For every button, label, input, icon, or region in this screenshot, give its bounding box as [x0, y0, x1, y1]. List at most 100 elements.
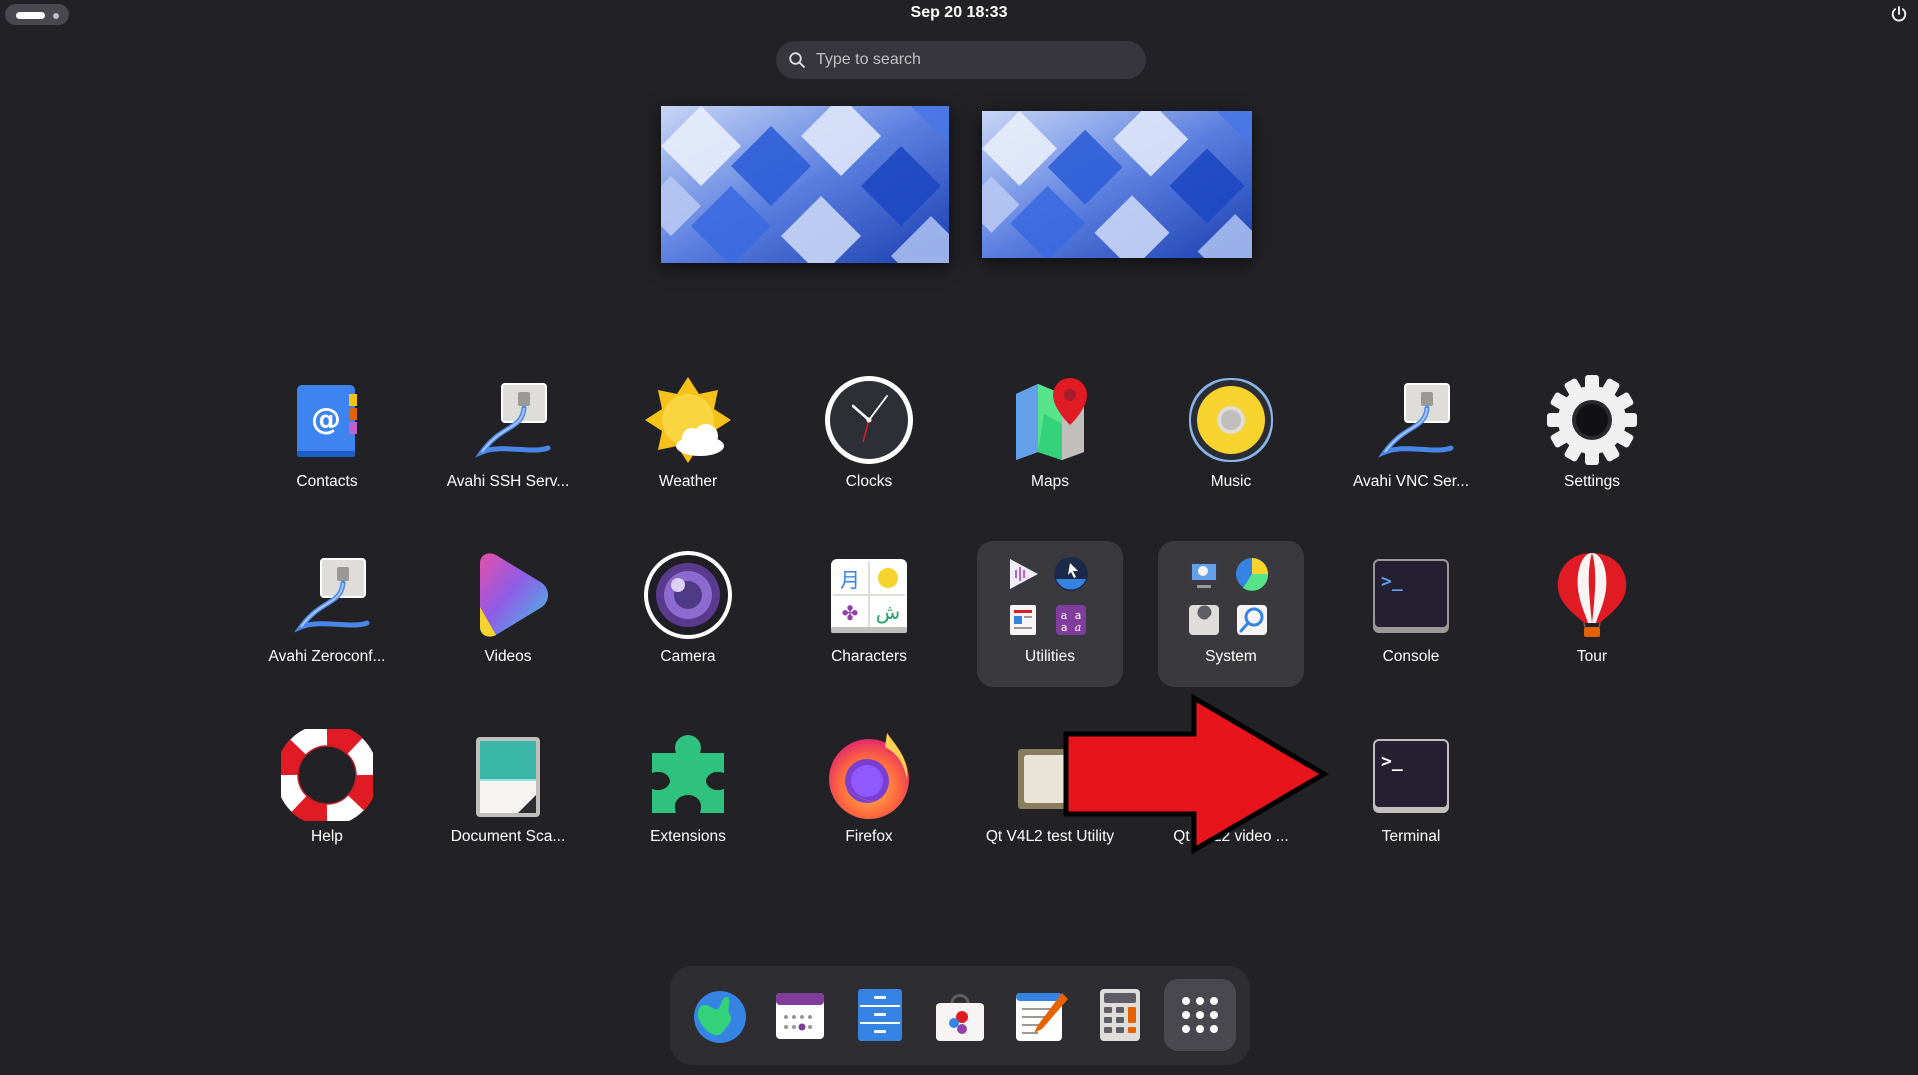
- screenshot-icon: [1054, 557, 1088, 591]
- svg-text:月: 月: [840, 568, 860, 592]
- calendar-icon: [776, 993, 824, 1039]
- svg-text:@: @: [311, 402, 341, 437]
- app-label: Console: [1382, 648, 1440, 665]
- dock-calendar[interactable]: [764, 979, 836, 1051]
- svg-text:>_: >_: [1381, 571, 1403, 592]
- app-label: Contacts: [296, 473, 358, 490]
- folder-utilities[interactable]: a a a a Utilities: [977, 541, 1123, 687]
- sound-recorder-icon: [1010, 559, 1038, 589]
- app-label: Extensions: [650, 828, 726, 845]
- file-cabinet-icon: [858, 989, 902, 1041]
- app-label: Clocks: [845, 473, 893, 490]
- app-console[interactable]: >_ Console: [1338, 541, 1484, 687]
- app-videos[interactable]: Videos: [435, 541, 581, 687]
- app-label: Tour: [1576, 648, 1608, 665]
- app-label: Settings: [1563, 473, 1620, 490]
- shopping-bag-icon: [936, 994, 984, 1041]
- app-characters[interactable]: 月 ✤ ش Characters: [796, 541, 942, 687]
- app-help[interactable]: Help: [254, 721, 400, 867]
- logs-icon: [1237, 605, 1267, 635]
- app-firefox[interactable]: Firefox: [796, 721, 942, 867]
- clocks-icon: [825, 376, 913, 464]
- folder-label: System: [1205, 648, 1257, 665]
- puzzle-icon: [652, 735, 724, 813]
- dock: [670, 966, 1250, 1065]
- console-icon: >_: [1373, 559, 1449, 633]
- app-maps[interactable]: Maps: [977, 366, 1123, 512]
- svg-text:a: a: [1075, 621, 1082, 634]
- app-extensions[interactable]: Extensions: [615, 721, 761, 867]
- svg-text:a: a: [1061, 621, 1068, 634]
- app-camera[interactable]: Camera: [615, 541, 761, 687]
- app-label: Avahi VNC Ser...: [1352, 473, 1469, 490]
- workspace-thumbnail-2[interactable]: [982, 111, 1252, 258]
- folder-icon: [1185, 555, 1277, 641]
- app-label: Weather: [658, 473, 718, 490]
- firefox-icon: [829, 733, 909, 819]
- maps-icon: [1016, 378, 1087, 460]
- app-music[interactable]: Music: [1158, 366, 1304, 512]
- videos-icon: [480, 553, 548, 637]
- dock-web-browser[interactable]: [684, 979, 756, 1051]
- app-grid-icon: [1182, 997, 1218, 1033]
- characters-icon: 月 ✤ ش: [831, 559, 907, 633]
- fonts-icon: a a a a: [1056, 605, 1086, 635]
- avahi-ssh-icon: [475, 383, 551, 458]
- app-label: Avahi SSH Serv...: [446, 473, 570, 490]
- app-label: Maps: [1031, 473, 1069, 490]
- app-label: Avahi Zeroconf...: [268, 648, 386, 665]
- dock-calculator[interactable]: [1084, 979, 1156, 1051]
- red-arrow-annotation: [1063, 694, 1329, 854]
- app-label: Firefox: [845, 828, 893, 845]
- dock-files[interactable]: [844, 979, 916, 1051]
- app-terminal[interactable]: >_ Terminal: [1338, 721, 1484, 867]
- app-settings[interactable]: Settings: [1519, 366, 1665, 512]
- app-contacts[interactable]: @ Contacts: [254, 366, 400, 512]
- app-label: Camera: [660, 648, 716, 665]
- weather-icon: [645, 377, 731, 463]
- globe-icon: [694, 991, 746, 1043]
- lifebuoy-icon: [281, 729, 373, 821]
- workspace-thumbnail-1[interactable]: [661, 106, 949, 263]
- clock[interactable]: Sep 20 18:33: [0, 4, 1918, 22]
- folder-icon: a a a a: [1004, 555, 1096, 641]
- svg-text:✤: ✤: [842, 601, 859, 625]
- document-viewer-icon: [1010, 605, 1036, 635]
- show-apps-button[interactable]: [1164, 979, 1236, 1051]
- app-avahi-zeroconf[interactable]: Avahi Zeroconf...: [254, 541, 400, 687]
- app-label: Characters: [831, 648, 907, 665]
- app-label: Document Sca...: [450, 828, 566, 845]
- app-label: Music: [1210, 473, 1252, 490]
- app-clocks[interactable]: Clocks: [796, 366, 942, 512]
- search-input[interactable]: [816, 41, 1136, 79]
- text-editor-icon: [1016, 993, 1068, 1041]
- balloon-icon: [1557, 553, 1627, 637]
- avahi-vnc-icon: [1378, 383, 1454, 458]
- app-label: Terminal: [1381, 828, 1441, 845]
- search-icon: [789, 52, 805, 68]
- power-icon[interactable]: [1890, 5, 1908, 23]
- app-avahi-ssh[interactable]: Avahi SSH Serv...: [435, 366, 581, 512]
- calculator-icon: [1100, 989, 1140, 1041]
- svg-text:>_: >_: [1381, 751, 1403, 772]
- terminal-icon: >_: [1373, 739, 1449, 813]
- folder-system[interactable]: System: [1158, 541, 1304, 687]
- dock-software[interactable]: [924, 979, 996, 1051]
- gear-icon: [1547, 375, 1637, 465]
- scanner-icon: [476, 737, 540, 817]
- app-tour[interactable]: Tour: [1519, 541, 1665, 687]
- app-avahi-vnc[interactable]: Avahi VNC Ser...: [1338, 366, 1484, 512]
- system-monitor-icon: [1189, 561, 1219, 588]
- app-document-scanner[interactable]: Document Sca...: [435, 721, 581, 867]
- disk-usage-icon: [1236, 558, 1269, 591]
- dock-text-editor[interactable]: [1004, 979, 1076, 1051]
- search-bar[interactable]: [776, 41, 1146, 79]
- contacts-icon: @: [297, 385, 357, 457]
- music-icon: [1189, 378, 1273, 462]
- wrench-icon: [1189, 605, 1219, 635]
- folder-label: Utilities: [1025, 648, 1075, 665]
- svg-text:ش: ش: [876, 600, 900, 624]
- app-label: Videos: [484, 648, 532, 665]
- app-weather[interactable]: Weather: [615, 366, 761, 512]
- camera-icon: [644, 551, 732, 639]
